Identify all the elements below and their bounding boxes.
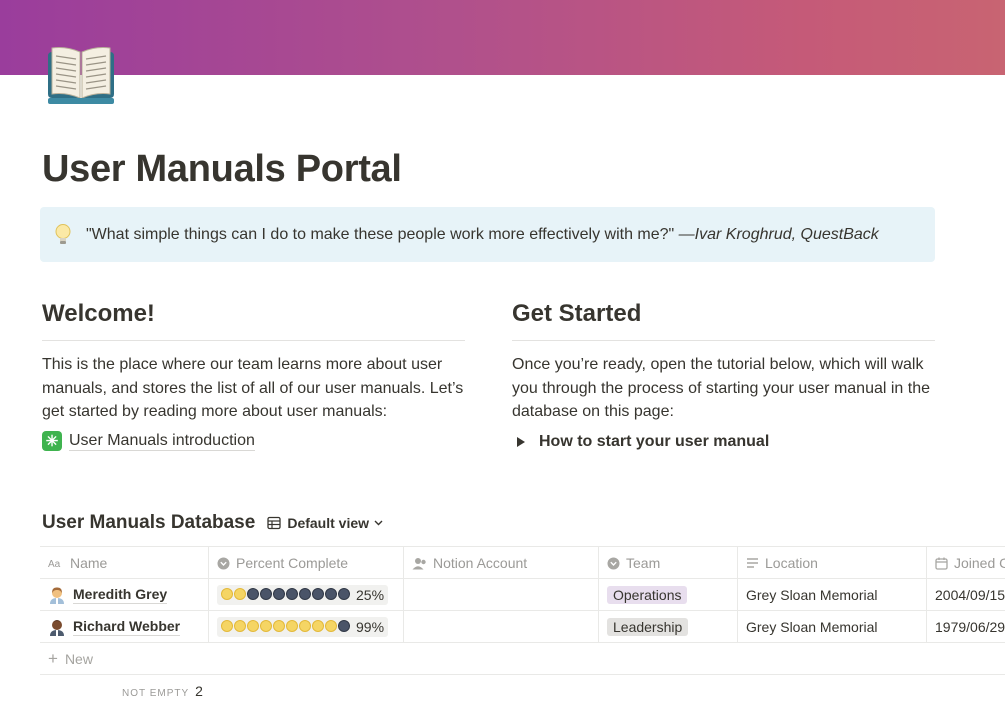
full-moon-icon	[325, 620, 337, 632]
new-moon-icon	[338, 588, 350, 600]
open-book-icon[interactable]	[44, 42, 118, 106]
welcome-heading[interactable]: Welcome!	[42, 300, 465, 341]
select-property-icon	[607, 557, 620, 569]
intro-page-link[interactable]: ✳ User Manuals introduction	[42, 430, 465, 451]
full-moon-icon	[221, 588, 233, 600]
plus-icon: +	[48, 648, 58, 668]
progress-moons: 99%	[217, 617, 389, 637]
quote-callout[interactable]: "What simple things can I do to make the…	[40, 207, 935, 262]
text-lines-icon	[747, 558, 758, 568]
new-moon-icon	[338, 620, 350, 632]
database-header: User Manuals Database Default view	[42, 512, 389, 534]
new-moon-icon	[299, 588, 311, 600]
sparkle-icon: ✳	[42, 430, 62, 451]
row-name[interactable]: Meredith Grey	[73, 586, 168, 604]
chevron-down-icon[interactable]	[374, 520, 383, 526]
view-selector-button[interactable]: Default view	[267, 515, 389, 531]
get-started-section: Get Started Once you’re ready, open the …	[512, 300, 935, 451]
column-header-label: Notion Account	[433, 555, 528, 571]
get-started-heading[interactable]: Get Started	[512, 300, 935, 341]
text-property-icon: Aa	[48, 559, 61, 569]
database-title[interactable]: User Manuals Database	[42, 512, 255, 534]
table-row[interactable]: Richard Webber 99% Leadership Grey Sloan…	[40, 611, 1005, 643]
name-cell[interactable]: Richard Webber	[40, 611, 209, 643]
notion-account-cell[interactable]	[404, 579, 599, 611]
column-header-name[interactable]: Aa Name	[40, 547, 209, 579]
doctor-avatar-icon	[50, 620, 64, 636]
page-cover[interactable]	[0, 0, 1005, 75]
user-manuals-table: Aa Name Percent Complete Notion Account	[40, 546, 1005, 675]
svg-text:Aa: Aa	[48, 559, 61, 569]
new-moon-icon	[312, 588, 324, 600]
full-moon-icon	[312, 620, 324, 632]
full-moon-icon	[247, 620, 259, 632]
full-moon-icon	[286, 620, 298, 632]
team-tag: Operations	[607, 586, 688, 604]
formula-property-icon	[217, 557, 230, 569]
new-row-button[interactable]: + New	[40, 643, 1005, 675]
progress-moons: 25%	[217, 585, 389, 605]
percent-value: 25%	[356, 587, 385, 603]
new-moon-icon	[286, 588, 298, 600]
new-moon-icon	[260, 588, 272, 600]
view-label[interactable]: Default view	[287, 515, 369, 531]
full-moon-icon	[299, 620, 311, 632]
percent-cell[interactable]: 25%	[209, 579, 404, 611]
doctor-avatar-icon	[50, 587, 64, 604]
page-title[interactable]: User Manuals Portal	[42, 148, 402, 191]
moon-bar	[221, 587, 351, 603]
get-started-body: Once you’re ready, open the tutorial bel…	[512, 356, 931, 420]
new-moon-icon	[247, 588, 259, 600]
toggle-label[interactable]: How to start your user manual	[539, 433, 769, 451]
notion-account-cell[interactable]	[404, 611, 599, 643]
new-moon-icon	[325, 588, 337, 600]
callout-quote: "What simple things can I do to make the…	[86, 225, 679, 243]
team-tag: Leadership	[607, 618, 689, 636]
column-header-label: Percent Complete	[236, 555, 349, 571]
column-header-label: Location	[765, 555, 818, 571]
tutorial-toggle[interactable]: How to start your user manual	[512, 433, 935, 451]
joined-cell[interactable]: 1979/06/29	[927, 611, 1005, 643]
person-property-icon	[412, 557, 426, 569]
column-header-percent[interactable]: Percent Complete	[209, 547, 404, 579]
joined-cell[interactable]: 2004/09/15	[927, 579, 1005, 611]
location-cell[interactable]: Grey Sloan Memorial	[738, 579, 927, 611]
column-header-notion-account[interactable]: Notion Account	[404, 547, 599, 579]
new-row-label: New	[64, 650, 93, 667]
row-name[interactable]: Richard Webber	[73, 618, 181, 636]
intro-link-label[interactable]: User Manuals introduction	[69, 431, 255, 451]
moon-bar	[221, 619, 351, 635]
toggle-triangle-icon[interactable]	[517, 436, 525, 447]
name-cell[interactable]: Meredith Grey	[40, 579, 209, 611]
column-header-label: Team	[626, 555, 661, 571]
calculation-value: 2	[195, 683, 203, 699]
column-header-joined[interactable]: Joined C	[927, 547, 1005, 579]
team-cell[interactable]: Operations	[599, 579, 738, 611]
calculation-footer[interactable]: NOT EMPTY 2	[122, 683, 203, 699]
percent-cell[interactable]: 99%	[209, 611, 404, 643]
callout-text: "What simple things can I do to make the…	[86, 226, 879, 244]
table-row[interactable]: Meredith Grey 25% Operations Grey Sloan …	[40, 579, 1005, 611]
calendar-icon	[935, 557, 948, 570]
full-moon-icon	[260, 620, 272, 632]
welcome-section: Welcome! This is the place where our tea…	[42, 300, 465, 451]
welcome-body: This is the place where our team learns …	[42, 356, 464, 420]
table-icon	[267, 516, 281, 530]
full-moon-icon	[234, 588, 246, 600]
calculation-label: NOT EMPTY	[122, 688, 190, 699]
light-bulb-icon	[55, 223, 71, 244]
callout-attribution: —Ivar Kroghrud, QuestBack	[678, 225, 879, 243]
table-header-row: Aa Name Percent Complete Notion Account	[40, 547, 1005, 579]
percent-value: 99%	[356, 619, 385, 635]
column-header-team[interactable]: Team	[599, 547, 738, 579]
column-header-label: Name	[70, 555, 108, 571]
full-moon-icon	[273, 620, 285, 632]
location-cell[interactable]: Grey Sloan Memorial	[738, 611, 927, 643]
column-header-label: Joined C	[954, 555, 1005, 571]
full-moon-icon	[221, 620, 233, 632]
new-moon-icon	[273, 588, 285, 600]
full-moon-icon	[234, 620, 246, 632]
team-cell[interactable]: Leadership	[599, 611, 738, 643]
column-header-location[interactable]: Location	[738, 547, 927, 579]
